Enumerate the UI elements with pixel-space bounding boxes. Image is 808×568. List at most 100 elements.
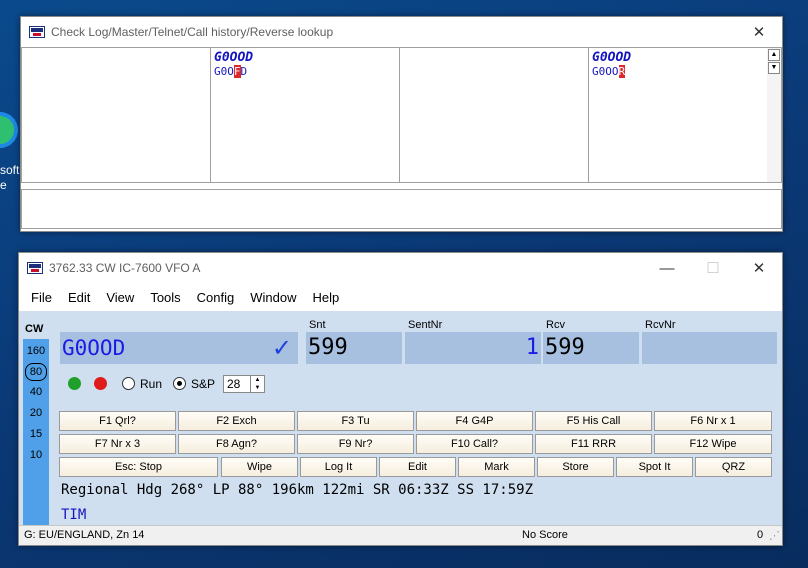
rcv-input[interactable]: 599	[543, 332, 639, 364]
edit-button[interactable]: Edit	[379, 457, 456, 477]
vertical-scrollbar[interactable]: ▲ ▼	[767, 48, 781, 182]
partial-call[interactable]: G0OOR	[592, 65, 766, 79]
counter-status: 0	[757, 529, 764, 541]
run-radio[interactable]	[122, 377, 135, 390]
band-15[interactable]: 15	[23, 426, 49, 442]
menu-help[interactable]: Help	[305, 290, 348, 305]
n1mm-app-icon	[29, 26, 45, 38]
country-zone-status: G: EU/ENGLAND, Zn 14	[24, 529, 145, 541]
f6-button[interactable]: F6 Nr x 1	[654, 411, 772, 431]
band-10[interactable]: 10	[23, 447, 49, 463]
score-status: No Score	[522, 529, 568, 541]
sp-label: S&P	[191, 377, 216, 391]
window-title: 3762.33 CW IC-7600 VFO A	[49, 261, 201, 275]
f5-button[interactable]: F5 His Call	[535, 411, 652, 431]
spinner-arrows-icon[interactable]: ▲ ▼	[250, 376, 264, 392]
check-column	[22, 48, 211, 182]
check-column[interactable]: G0OOD G0OFD	[211, 48, 400, 182]
entry-panel: CW 160 80 40 20 15 10 Snt SentNr Rcv Rcv…	[19, 311, 782, 525]
menu-file[interactable]: File	[23, 290, 60, 305]
entry-window: 3762.33 CW IC-7600 VFO A — ☐ ✕ File Edit…	[18, 252, 783, 546]
n1mm-app-icon	[27, 262, 43, 274]
scroll-up-icon[interactable]: ▲	[768, 49, 780, 61]
partial-call[interactable]: G0OFD	[214, 65, 396, 79]
partial-diff: R	[618, 65, 626, 78]
check-column	[400, 48, 589, 182]
menu-view[interactable]: View	[98, 290, 142, 305]
check-log-window: Check Log/Master/Telnet/Call history/Rev…	[20, 16, 783, 232]
minimize-icon[interactable]: —	[644, 253, 690, 283]
operator-name: TIM	[61, 507, 87, 523]
callsign-input[interactable]: G0OOD ✓	[60, 332, 298, 364]
spot-it-button[interactable]: Spot It	[616, 457, 693, 477]
close-icon[interactable]: ✕	[736, 253, 782, 283]
band-160[interactable]: 160	[23, 343, 49, 359]
checkmark-icon: ✓	[271, 335, 292, 362]
matched-call[interactable]: G0OOD	[592, 50, 766, 65]
run-label: Run	[140, 377, 163, 391]
green-status-icon[interactable]	[68, 377, 81, 390]
menu-config[interactable]: Config	[189, 290, 243, 305]
snt-value: 599	[308, 335, 348, 360]
rcv-value: 599	[545, 335, 585, 360]
mark-button[interactable]: Mark	[458, 457, 535, 477]
resize-grip-icon[interactable]: ⋰	[769, 529, 780, 542]
serial-spinner[interactable]: 28 ▲ ▼	[223, 375, 265, 393]
f10-button[interactable]: F10 Call?	[416, 434, 533, 454]
f2-button[interactable]: F2 Exch	[178, 411, 295, 431]
bearing-info: Regional Hdg 268° LP 88° 196km 122mi SR …	[61, 482, 534, 498]
f8-button[interactable]: F8 Agn?	[178, 434, 295, 454]
red-status-icon[interactable]	[94, 377, 107, 390]
title-bar[interactable]: 3762.33 CW IC-7600 VFO A — ☐ ✕	[19, 253, 782, 283]
f7-button[interactable]: F7 Nr x 3	[59, 434, 176, 454]
check-column[interactable]: G0OOD G0OOR	[589, 48, 769, 182]
mode-label: CW	[25, 323, 44, 335]
callsign-value: G0OOD	[62, 336, 126, 360]
desktop-icon-label: soft	[0, 163, 20, 177]
log-it-button[interactable]: Log It	[300, 457, 377, 477]
close-icon[interactable]: ✕	[736, 17, 782, 47]
title-bar[interactable]: Check Log/Master/Telnet/Call history/Rev…	[21, 17, 782, 47]
sentnr-label: SentNr	[408, 319, 443, 331]
esc-stop-button[interactable]: Esc: Stop	[59, 457, 218, 477]
rcvnr-value	[642, 335, 644, 360]
f4-button[interactable]: F4 G4P	[416, 411, 533, 431]
menu-window[interactable]: Window	[242, 290, 304, 305]
store-button[interactable]: Store	[537, 457, 614, 477]
partial-suffix: D	[240, 65, 248, 78]
band-80-selected[interactable]: 80	[25, 363, 47, 381]
band-40[interactable]: 40	[23, 384, 49, 400]
rcvnr-input[interactable]	[642, 332, 777, 364]
f12-button[interactable]: F12 Wipe	[654, 434, 772, 454]
snt-input[interactable]: 599	[306, 332, 402, 364]
sp-radio[interactable]	[173, 377, 186, 390]
message-panel	[21, 189, 782, 229]
menu-tools[interactable]: Tools	[142, 290, 188, 305]
spinner-value: 28	[227, 377, 241, 391]
menu-bar: File Edit View Tools Config Window Help	[19, 283, 782, 311]
partial-prefix: G0OO	[592, 65, 619, 78]
status-bar: G: EU/ENGLAND, Zn 14 No Score 0 ⋰	[19, 525, 782, 545]
scroll-down-icon[interactable]: ▼	[768, 62, 780, 74]
rcvnr-label: RcvNr	[645, 319, 676, 331]
desktop-icon-label: e	[0, 178, 7, 192]
menu-edit[interactable]: Edit	[60, 290, 98, 305]
f9-button[interactable]: F9 Nr?	[297, 434, 414, 454]
band-selector: 160 80 40 20 15 10	[23, 339, 49, 525]
desktop-app-icon[interactable]	[0, 110, 20, 150]
wipe-button[interactable]: Wipe	[221, 457, 298, 477]
sentnr-input[interactable]: 1	[405, 332, 541, 364]
window-title: Check Log/Master/Telnet/Call history/Rev…	[51, 25, 334, 39]
partial-diff: F	[233, 65, 241, 78]
rcv-label: Rcv	[546, 319, 565, 331]
band-20[interactable]: 20	[23, 405, 49, 421]
f1-button[interactable]: F1 Qrl?	[59, 411, 176, 431]
matched-call[interactable]: G0OOD	[214, 50, 396, 65]
partial-prefix: G0O	[214, 65, 234, 78]
qrz-button[interactable]: QRZ	[695, 457, 772, 477]
f11-button[interactable]: F11 RRR	[535, 434, 652, 454]
maximize-icon: ☐	[706, 260, 720, 277]
f3-button[interactable]: F3 Tu	[297, 411, 414, 431]
check-partial-grid: G0OOD G0OFD G0OOD G0OOR ▲ ▼	[21, 47, 782, 183]
sentnr-value: 1	[525, 335, 539, 360]
